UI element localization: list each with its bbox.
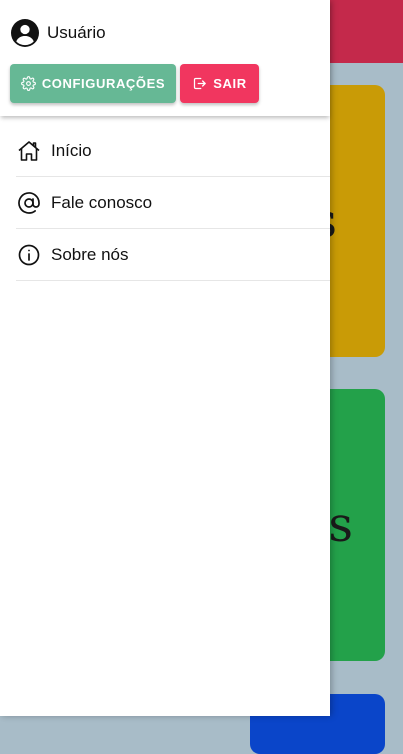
gear-icon [20, 76, 36, 91]
logout-button[interactable]: SAIR [180, 64, 259, 103]
logout-button-label: SAIR [213, 76, 247, 91]
menu-item-contact[interactable]: Fale conosco [16, 177, 330, 229]
drawer-menu: Início Fale conosco Sobre nós [16, 125, 330, 281]
account-circle-icon [11, 19, 39, 47]
menu-item-label: Início [51, 140, 92, 160]
drawer-header: Usuário CONFIGURAÇÕES SAIR [0, 0, 330, 116]
home-icon [18, 140, 40, 161]
info-icon [18, 244, 40, 265]
user-name: Usuário [47, 23, 106, 42]
menu-item-label: Sobre nós [51, 244, 129, 264]
logout-icon [194, 77, 207, 90]
menu-item-label: Fale conosco [51, 192, 153, 212]
settings-button-label: CONFIGURAÇÕES [41, 76, 166, 91]
user-info: Usuário [11, 19, 106, 47]
navigation-drawer: Usuário CONFIGURAÇÕES SAIR Início Fale c… [0, 0, 330, 716]
at-icon [18, 191, 40, 214]
settings-button[interactable]: CONFIGURAÇÕES [10, 64, 176, 103]
menu-item-home[interactable]: Início [16, 125, 330, 177]
menu-item-about[interactable]: Sobre nós [16, 229, 330, 281]
